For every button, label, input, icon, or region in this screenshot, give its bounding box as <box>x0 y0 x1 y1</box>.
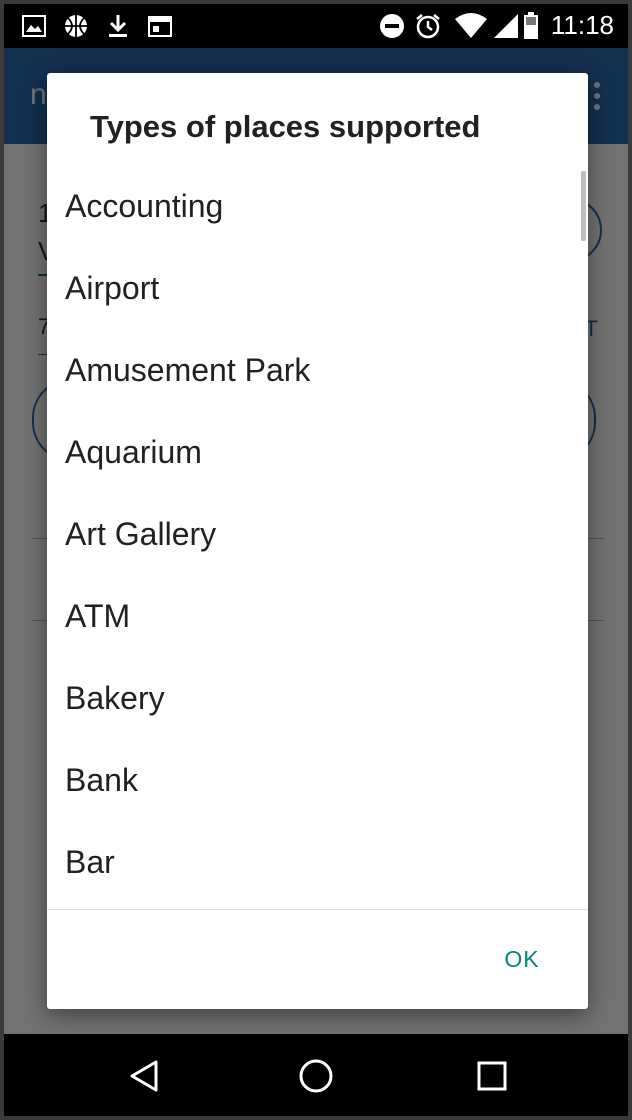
status-bar: 11:18 <box>4 4 628 48</box>
list-item[interactable]: Bar <box>47 821 588 903</box>
back-icon[interactable] <box>122 1054 166 1098</box>
status-time: 11:18 <box>550 10 614 40</box>
places-list[interactable]: Accounting Airport Amusement Park Aquari… <box>47 165 588 909</box>
list-scrollbar[interactable] <box>581 171 586 241</box>
calendar-icon <box>146 12 174 40</box>
list-item[interactable]: Bakery <box>47 657 588 739</box>
device-screen: 11:18 n 1 V 7 T Types of places supporte… <box>4 4 628 1116</box>
ok-button[interactable]: OK <box>502 939 542 979</box>
recents-icon[interactable] <box>470 1054 514 1098</box>
navigation-bar <box>4 1034 628 1116</box>
alarm-icon <box>414 12 442 40</box>
list-item[interactable]: Amusement Park <box>47 329 588 411</box>
download-icon <box>104 12 132 40</box>
do-not-disturb-icon <box>378 12 406 40</box>
signal-icon <box>492 12 520 40</box>
dialog-title: Types of places supported <box>90 109 481 144</box>
dialog-divider <box>47 909 588 910</box>
battery-icon <box>520 12 542 40</box>
wifi-icon <box>454 12 488 40</box>
places-dialog: Types of places supported Accounting Air… <box>47 73 588 1009</box>
list-item[interactable]: Aquarium <box>47 411 588 493</box>
list-item[interactable]: Bank <box>47 739 588 821</box>
list-item[interactable]: Art Gallery <box>47 493 588 575</box>
basketball-icon <box>62 12 90 40</box>
home-icon[interactable] <box>294 1054 338 1098</box>
list-item[interactable]: Accounting <box>47 165 588 247</box>
list-item[interactable]: ATM <box>47 575 588 657</box>
list-item[interactable]: Airport <box>47 247 588 329</box>
image-icon <box>20 12 48 40</box>
